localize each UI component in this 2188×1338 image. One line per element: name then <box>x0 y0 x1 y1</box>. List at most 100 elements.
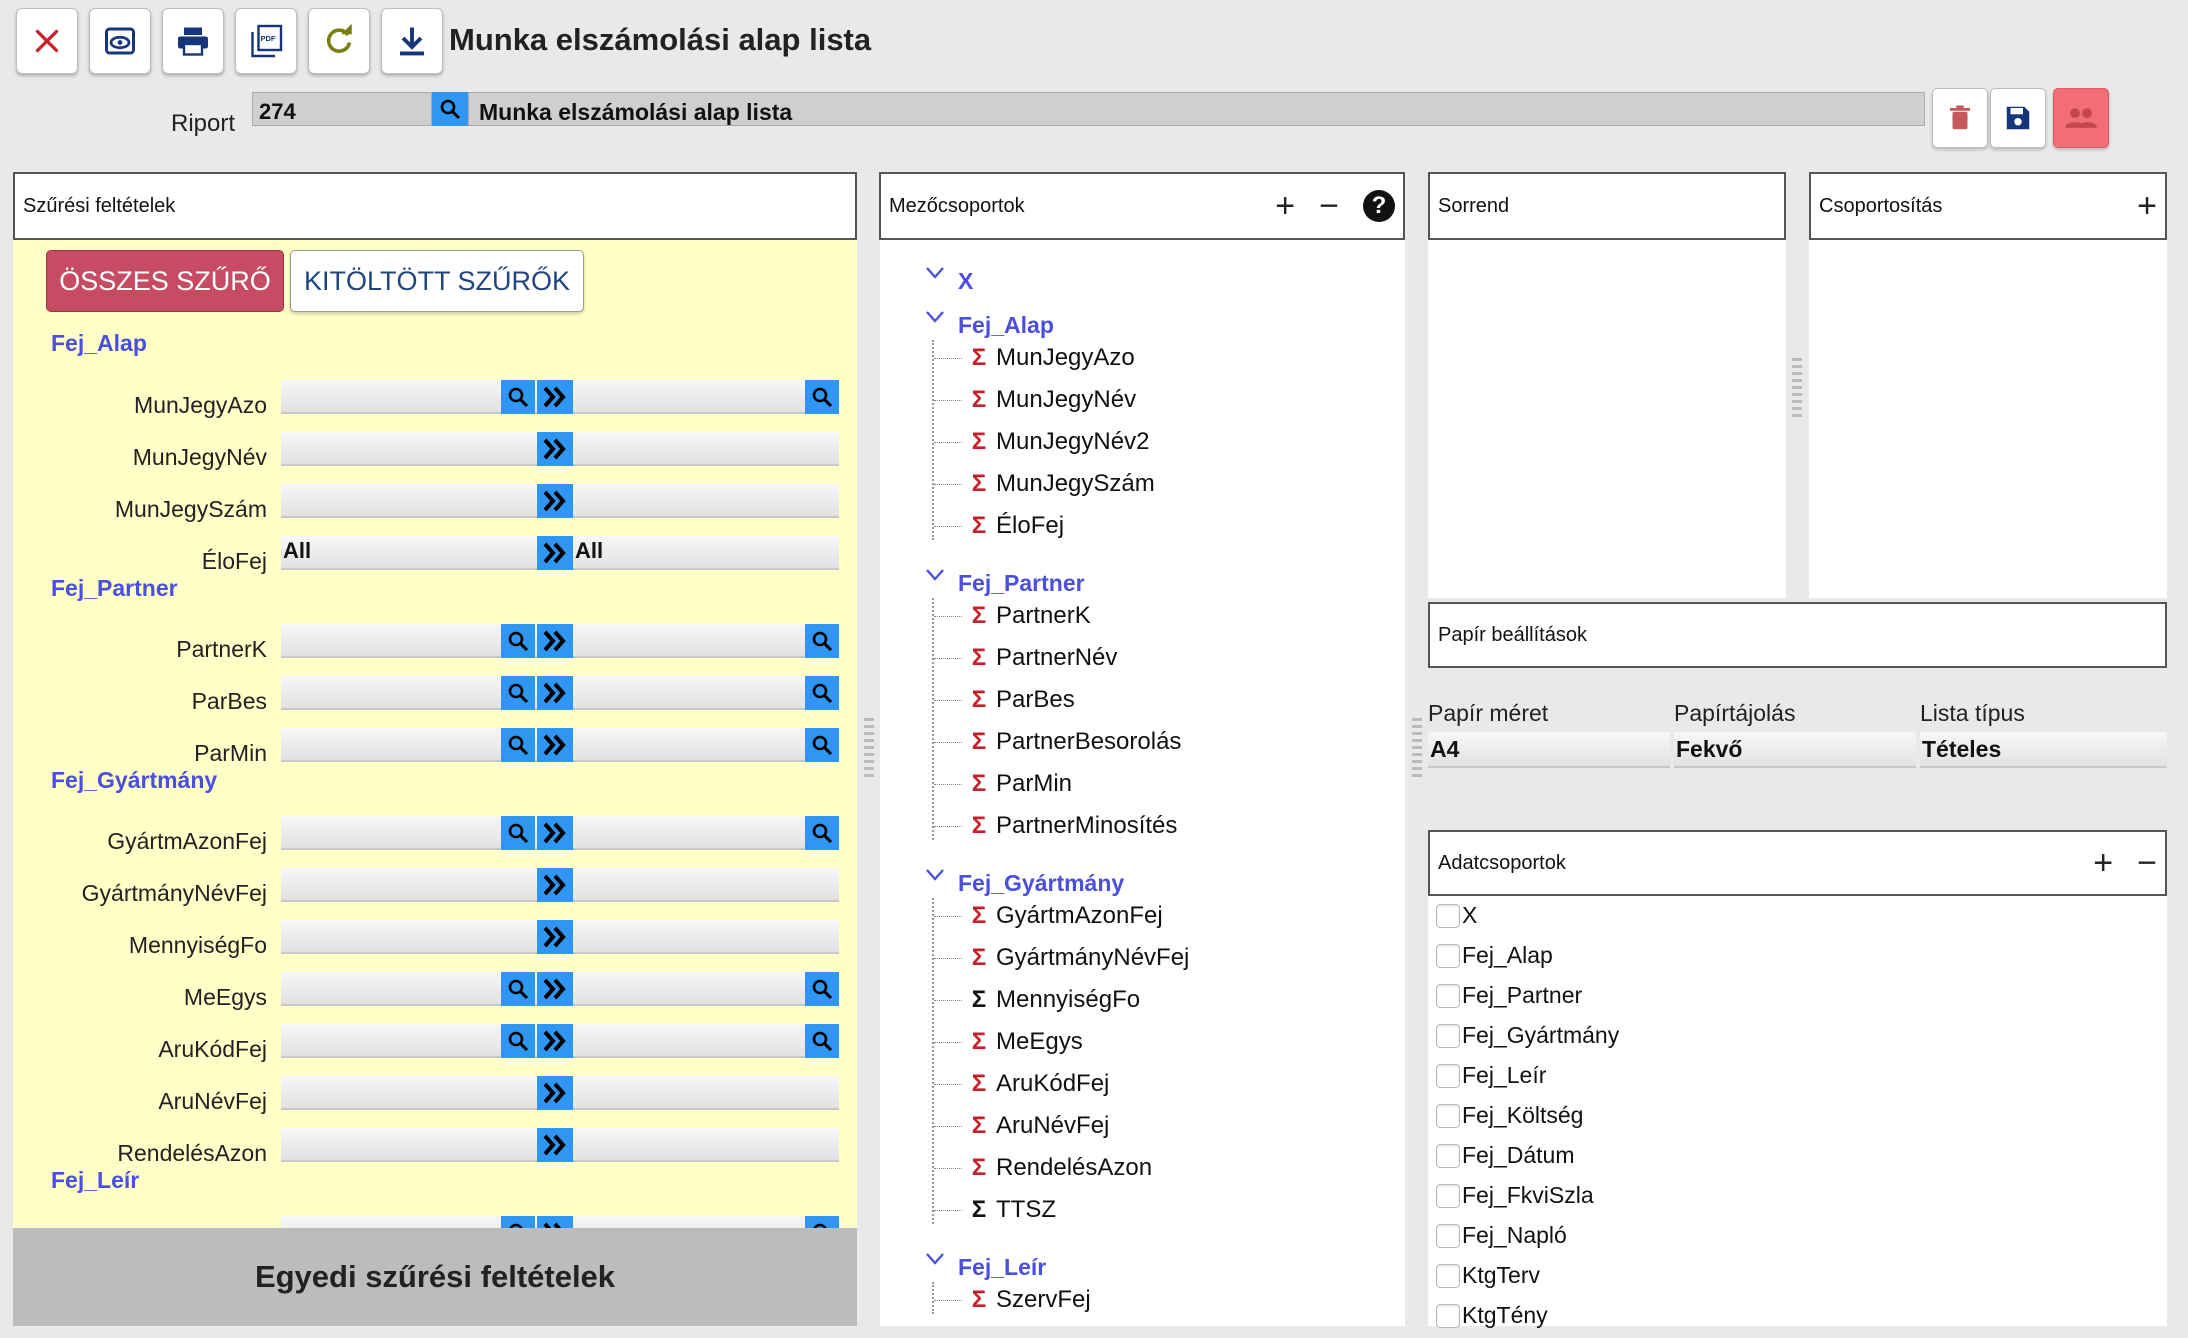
tree-group-title[interactable]: Fej_Gyártmány <box>958 870 1124 897</box>
tree-toggle[interactable] <box>925 568 945 582</box>
tree-item[interactable]: Σ MunJegyAzo <box>934 344 1135 372</box>
checkbox[interactable] <box>1436 903 1460 928</box>
sort-list[interactable] <box>1428 240 1786 598</box>
tree-item[interactable]: Σ MeEgys <box>934 1028 1083 1056</box>
filter-to-input[interactable] <box>573 484 839 518</box>
checkbox[interactable] <box>1436 1023 1460 1048</box>
filter-search-button[interactable] <box>501 380 535 414</box>
filter-search-button[interactable] <box>805 1216 839 1228</box>
filter-from-input[interactable]: All <box>281 536 551 570</box>
checkbox[interactable] <box>1436 1303 1460 1328</box>
checkbox[interactable] <box>1436 1223 1460 1248</box>
datagroup-item[interactable]: Fej_Gyártmány <box>1436 1022 1619 1049</box>
filter-from-input[interactable] <box>281 432 551 466</box>
tree-toggle[interactable] <box>925 1252 945 1266</box>
tree-item[interactable]: Σ MunJegySzám <box>934 470 1155 498</box>
filter-to-input[interactable] <box>573 920 839 954</box>
tree-item[interactable]: Σ ParBes <box>934 686 1075 714</box>
filter-to-input[interactable] <box>573 676 839 710</box>
tree-item[interactable]: Σ MunJegyNév <box>934 386 1136 414</box>
filter-search-button[interactable] <box>805 380 839 414</box>
tree-item[interactable]: Σ GyártmAzonFej <box>934 902 1163 930</box>
tree-item[interactable]: Σ PartnerMinosítés <box>934 812 1177 840</box>
tree-toggle[interactable] <box>925 868 945 882</box>
tree-toggle[interactable] <box>925 310 945 324</box>
tree-toggle[interactable] <box>925 266 945 280</box>
filter-range-arrow-button[interactable] <box>537 484 573 518</box>
filter-to-input[interactable] <box>573 432 839 466</box>
add-fieldgroup-button[interactable]: + <box>1275 189 1295 223</box>
tree-item[interactable]: Σ ParMin <box>934 770 1072 798</box>
filter-range-arrow-button[interactable] <box>537 536 573 570</box>
help-icon[interactable]: ? <box>1363 190 1395 222</box>
delete-button[interactable] <box>1932 88 1988 148</box>
filter-range-arrow-button[interactable] <box>537 676 573 710</box>
datagroup-item[interactable]: Fej_Költség <box>1436 1102 1583 1129</box>
tree-item[interactable]: Σ MunJegyNév2 <box>934 428 1149 456</box>
paper-size-select[interactable]: A4 <box>1428 732 1670 768</box>
riport-search-button[interactable] <box>432 92 468 126</box>
custom-filter-bar[interactable]: Egyedi szűrési feltételek <box>13 1228 857 1326</box>
datagroup-item[interactable]: Fej_Napló <box>1436 1222 1567 1249</box>
filter-to-input[interactable]: All <box>573 536 839 570</box>
tree-item[interactable]: Σ AruNévFej <box>934 1112 1109 1140</box>
riport-name-field[interactable]: Munka elszámolási alap lista <box>468 92 1925 126</box>
filter-search-button[interactable] <box>805 624 839 658</box>
filter-from-input[interactable] <box>281 484 551 518</box>
filter-to-input[interactable] <box>573 728 839 762</box>
datagroup-item[interactable]: Fej_Alap <box>1436 942 1553 969</box>
tree-group-title[interactable]: Fej_Partner <box>958 570 1085 597</box>
filter-range-arrow-button[interactable] <box>537 624 573 658</box>
filter-to-input[interactable] <box>573 1216 839 1228</box>
filter-range-arrow-button[interactable] <box>537 728 573 762</box>
filter-search-button[interactable] <box>805 972 839 1006</box>
remove-fieldgroup-button[interactable]: − <box>1319 189 1339 223</box>
datagroup-item[interactable]: KtgTény <box>1436 1302 1548 1329</box>
tree-item[interactable]: Σ GyártmányNévFej <box>934 944 1189 972</box>
download-button[interactable] <box>381 8 443 74</box>
filter-to-input[interactable] <box>573 624 839 658</box>
filter-range-arrow-button[interactable] <box>537 1216 573 1228</box>
filter-search-button[interactable] <box>805 728 839 762</box>
filter-from-input[interactable] <box>281 1128 551 1162</box>
paper-orientation-select[interactable]: Fekvő <box>1674 732 1916 768</box>
filter-from-input[interactable] <box>281 868 551 902</box>
filter-search-button[interactable] <box>501 624 535 658</box>
checkbox[interactable] <box>1436 1263 1460 1288</box>
add-datagroup-button[interactable]: + <box>2093 846 2113 880</box>
list-type-select[interactable]: Tételes <box>1920 732 2167 768</box>
tree-item[interactable]: Σ ÉloFej <box>934 512 1064 540</box>
tree-item[interactable]: Σ SzervFej <box>934 1286 1091 1314</box>
filter-search-button[interactable] <box>501 972 535 1006</box>
refresh-button[interactable] <box>308 8 370 74</box>
filled-filters-button[interactable]: KITÖLTÖTT SZŰRŐK <box>290 250 584 312</box>
filter-to-input[interactable] <box>573 868 839 902</box>
filter-search-button[interactable] <box>805 676 839 710</box>
datagroup-item[interactable]: X <box>1436 902 1477 929</box>
filter-from-input[interactable] <box>281 1076 551 1110</box>
filter-search-button[interactable] <box>805 1024 839 1058</box>
add-grouping-button[interactable]: + <box>2137 189 2157 223</box>
filter-range-arrow-button[interactable] <box>537 1024 573 1058</box>
checkbox[interactable] <box>1436 1183 1460 1208</box>
filter-range-arrow-button[interactable] <box>537 972 573 1006</box>
filter-range-arrow-button[interactable] <box>537 1076 573 1110</box>
remove-datagroup-button[interactable]: − <box>2137 846 2157 880</box>
all-filters-button[interactable]: ÖSSZES SZŰRŐ <box>46 250 284 312</box>
tree-item[interactable]: Σ TTSZ <box>934 1196 1056 1224</box>
tree-group-title[interactable]: X <box>958 268 973 295</box>
filter-to-input[interactable] <box>573 816 839 850</box>
checkbox[interactable] <box>1436 943 1460 968</box>
tree-item[interactable]: Σ RendelésAzon <box>934 1154 1152 1182</box>
tree-item[interactable]: Σ PartnerK <box>934 602 1091 630</box>
filter-search-button[interactable] <box>805 816 839 850</box>
datagroup-item[interactable]: Fej_FkviSzla <box>1436 1182 1594 1209</box>
filter-range-arrow-button[interactable] <box>537 868 573 902</box>
filter-range-arrow-button[interactable] <box>537 1128 573 1162</box>
checkbox[interactable] <box>1436 1103 1460 1128</box>
datagroup-item[interactable]: KtgTerv <box>1436 1262 1540 1289</box>
checkbox[interactable] <box>1436 1063 1460 1088</box>
filter-to-input[interactable] <box>573 1128 839 1162</box>
filter-to-input[interactable] <box>573 1024 839 1058</box>
filter-search-button[interactable] <box>501 676 535 710</box>
